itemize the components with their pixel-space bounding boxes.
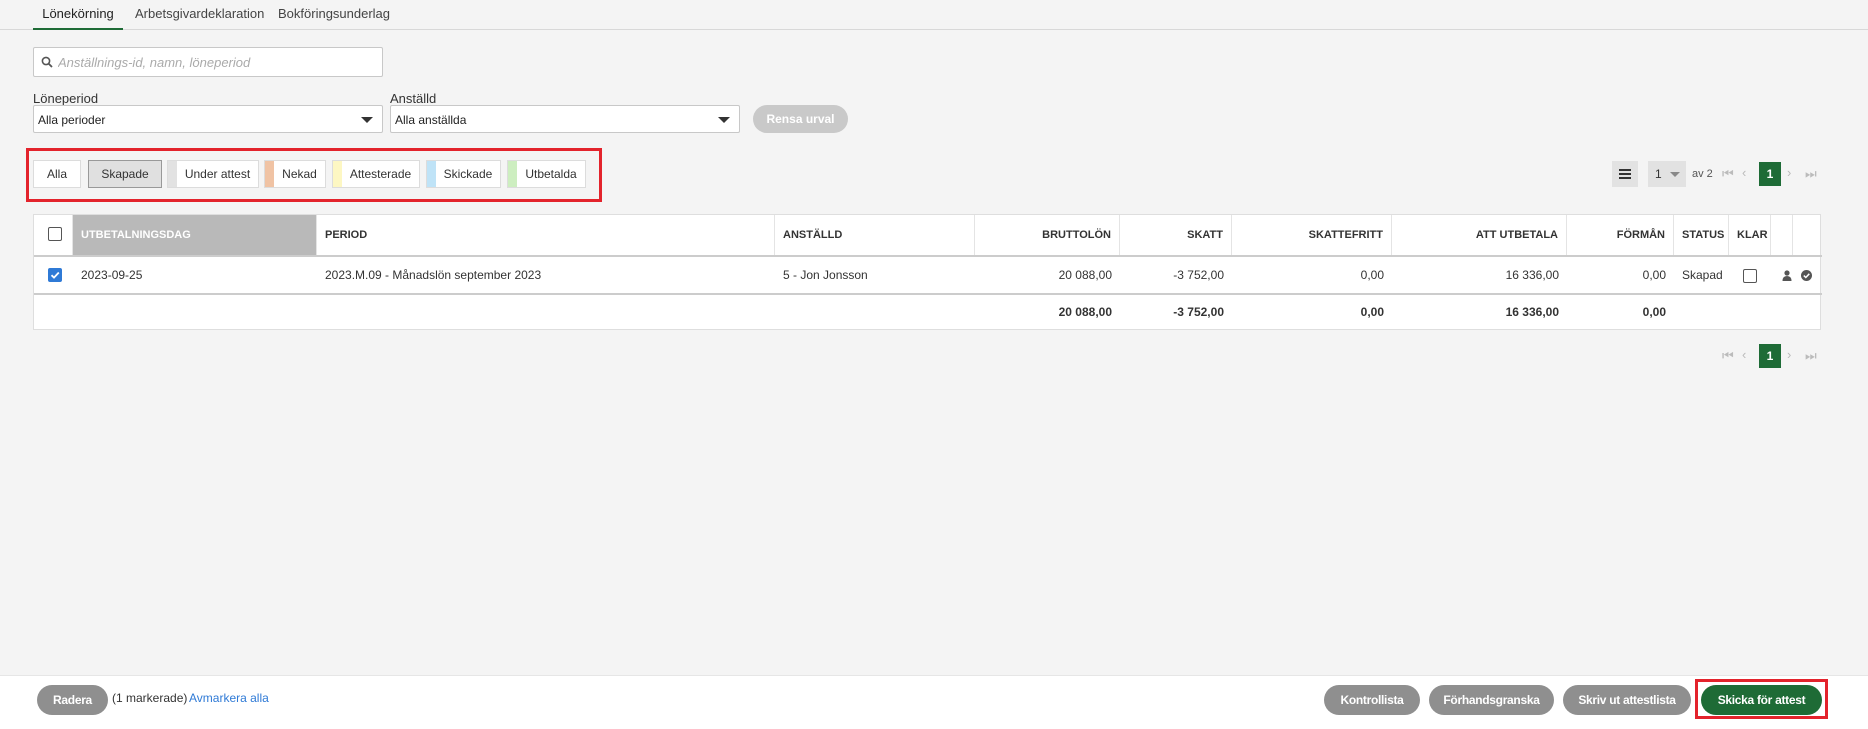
unmark-all-link[interactable]: Avmarkera alla bbox=[189, 691, 269, 705]
list-icon bbox=[1619, 169, 1631, 179]
tab-bokforingsunderlag[interactable]: Bokföringsunderlag bbox=[278, 6, 390, 30]
status-chip-utbetalda[interactable]: Utbetalda bbox=[507, 160, 586, 188]
cell-benefit: 0,00 bbox=[1642, 268, 1666, 282]
status-chip-attesterade[interactable]: Attesterade bbox=[332, 160, 420, 188]
column-header-bruttolon[interactable]: BRUTTOLÖN bbox=[975, 215, 1120, 255]
status-chip-skapade[interactable]: Skapade bbox=[88, 160, 162, 188]
first-page-icon[interactable]: ⏮ bbox=[1722, 348, 1734, 364]
first-page-icon[interactable]: ⏮ bbox=[1722, 166, 1734, 182]
chevron-down-icon bbox=[1670, 172, 1680, 177]
search-input[interactable] bbox=[58, 52, 376, 72]
current-page[interactable]: 1 bbox=[1759, 344, 1781, 368]
list-view-button[interactable] bbox=[1612, 161, 1638, 187]
column-header-utbetalningsdag[interactable]: UTBETALNINGSDAG bbox=[73, 215, 317, 255]
table-row[interactable]: 2023-09-25 2023.M.09 - Månadslön septemb… bbox=[34, 257, 1822, 293]
status-color-swatch bbox=[168, 161, 177, 187]
chip-label: Alla bbox=[46, 167, 67, 181]
chip-label: Under attest bbox=[184, 167, 251, 181]
checklist-button[interactable]: Kontrollista bbox=[1324, 685, 1420, 715]
tab-arbetsgivardeklaration[interactable]: Arbetsgivardeklaration bbox=[135, 6, 264, 30]
select-all-checkbox[interactable] bbox=[48, 227, 62, 241]
preview-button[interactable]: Förhandsgranska bbox=[1429, 685, 1554, 715]
cell-period: 2023.M.09 - Månadslön september 2023 bbox=[325, 268, 542, 282]
column-header-att-utbetala[interactable]: ATT UTBETALA bbox=[1392, 215, 1567, 255]
column-header-skattefritt[interactable]: SKATTEFRITT bbox=[1232, 215, 1392, 255]
chip-label: Attesterade bbox=[349, 167, 412, 181]
payroll-table: UTBETALNINGSDAG PERIOD ANSTÄLLD BRUTTOLÖ… bbox=[33, 214, 1822, 330]
cell-gross: 20 088,00 bbox=[1058, 268, 1112, 282]
column-header-anstalld[interactable]: ANSTÄLLD bbox=[775, 215, 975, 255]
status-chip-skickade[interactable]: Skickade bbox=[426, 160, 501, 188]
last-page-icon[interactable]: ⏭ bbox=[1805, 348, 1817, 364]
column-header-period[interactable]: PERIOD bbox=[317, 215, 775, 255]
chip-label: Nekad bbox=[282, 167, 317, 181]
select-all-cell bbox=[34, 215, 73, 255]
chip-label: Skickade bbox=[443, 167, 493, 181]
cell-taxfree: 0,00 bbox=[1360, 268, 1384, 282]
status-chip-alla[interactable]: Alla bbox=[33, 160, 81, 188]
employee-select[interactable]: Alla anställda bbox=[390, 105, 740, 133]
chevron-down-icon bbox=[718, 117, 730, 123]
cell-tax: -3 752,00 bbox=[1173, 268, 1224, 282]
cell-employee: 5 - Jon Jonsson bbox=[783, 268, 868, 282]
page-size-value: 1 bbox=[1655, 167, 1662, 181]
status-color-swatch bbox=[265, 161, 274, 187]
tab-lonekorning[interactable]: Lönekörning bbox=[33, 6, 123, 30]
totals-row: 20 088,00 -3 752,00 0,00 16 336,00 0,00 bbox=[34, 295, 1822, 329]
send-for-attest-button[interactable]: Skicka för attest bbox=[1701, 685, 1822, 715]
search-box bbox=[33, 47, 383, 77]
period-label: Löneperiod bbox=[33, 91, 99, 106]
next-page-icon[interactable]: › bbox=[1787, 347, 1791, 362]
total-tax: -3 752,00 bbox=[1173, 305, 1224, 319]
total-benefit: 0,00 bbox=[1642, 305, 1666, 319]
checkmark-icon bbox=[50, 271, 60, 279]
check-circle-icon[interactable] bbox=[1801, 270, 1812, 281]
cell-to-pay: 16 336,00 bbox=[1505, 268, 1559, 282]
status-color-swatch bbox=[508, 161, 517, 187]
page-count-text: av 2 bbox=[1692, 168, 1713, 180]
total-to-pay: 16 336,00 bbox=[1505, 305, 1559, 319]
last-page-icon[interactable]: ⏭ bbox=[1805, 166, 1817, 182]
page-size-select[interactable]: 1 bbox=[1648, 161, 1686, 187]
chevron-down-icon bbox=[361, 117, 373, 123]
status-color-swatch bbox=[333, 161, 342, 187]
print-attest-list-button[interactable]: Skriv ut attestlista bbox=[1563, 685, 1691, 715]
column-header-klar[interactable]: KLAR bbox=[1729, 215, 1771, 255]
pager-top: 1 av 2 ⏮ ‹ 1 › ⏭ bbox=[1612, 161, 1822, 189]
current-page[interactable]: 1 bbox=[1759, 162, 1781, 186]
prev-page-icon[interactable]: ‹ bbox=[1742, 165, 1746, 180]
chip-label: Skapade bbox=[101, 167, 149, 181]
period-select[interactable]: Alla perioder bbox=[33, 105, 383, 133]
klar-checkbox[interactable] bbox=[1743, 269, 1757, 283]
total-taxfree: 0,00 bbox=[1360, 305, 1384, 319]
next-page-icon[interactable]: › bbox=[1787, 165, 1791, 180]
column-header-actions bbox=[1771, 215, 1793, 255]
status-chip-nekad[interactable]: Nekad bbox=[264, 160, 326, 188]
person-icon[interactable] bbox=[1782, 270, 1792, 281]
employee-label: Anställd bbox=[390, 91, 437, 106]
search-icon bbox=[41, 56, 53, 68]
status-color-swatch bbox=[427, 161, 436, 187]
delete-button[interactable]: Radera bbox=[37, 685, 108, 715]
cell-status: Skapad bbox=[1682, 268, 1723, 282]
clear-filter-button[interactable]: Rensa urval bbox=[753, 105, 848, 133]
column-header-status[interactable]: STATUS bbox=[1674, 215, 1729, 255]
pager-bottom: ⏮ ‹ 1 › ⏭ bbox=[1717, 343, 1827, 371]
tab-bar: Lönekörning Arbetsgivardeklaration Bokfö… bbox=[0, 0, 1868, 30]
prev-page-icon[interactable]: ‹ bbox=[1742, 347, 1746, 362]
column-header-forman[interactable]: FÖRMÅN bbox=[1567, 215, 1674, 255]
employee-select-value: Alla anställda bbox=[395, 113, 467, 127]
total-gross: 20 088,00 bbox=[1058, 305, 1112, 319]
chip-label: Utbetalda bbox=[525, 167, 577, 181]
cell-date: 2023-09-25 bbox=[81, 268, 143, 282]
row-checkbox[interactable] bbox=[48, 268, 62, 282]
period-select-value: Alla perioder bbox=[38, 113, 106, 127]
marked-count: (1 markerade) bbox=[112, 691, 188, 705]
status-chip-under-attest[interactable]: Under attest bbox=[167, 160, 259, 188]
column-header-skatt[interactable]: SKATT bbox=[1120, 215, 1232, 255]
